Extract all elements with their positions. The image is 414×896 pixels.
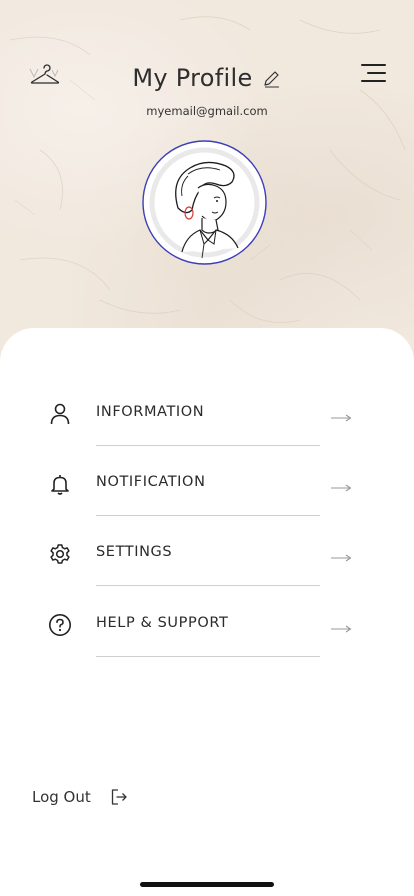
arrow-right-icon bbox=[330, 548, 352, 562]
pencil-icon[interactable] bbox=[262, 69, 282, 89]
avatar[interactable] bbox=[142, 140, 267, 265]
menu-item-label: SETTINGS bbox=[96, 544, 173, 560]
page-title: My Profile bbox=[132, 64, 253, 92]
arrow-right-icon bbox=[330, 408, 352, 422]
menu-item-label: INFORMATION bbox=[96, 404, 205, 420]
menu-item-settings[interactable]: SETTINGS bbox=[0, 542, 414, 612]
home-indicator[interactable] bbox=[140, 882, 274, 887]
bell-icon bbox=[48, 472, 72, 496]
logout-button[interactable]: Log Out bbox=[32, 786, 128, 808]
arrow-right-icon bbox=[330, 619, 352, 633]
gear-icon bbox=[48, 542, 72, 566]
divider bbox=[96, 585, 320, 586]
arrow-right-icon bbox=[330, 478, 352, 492]
profile-header: My Profile myemail@gmail.com bbox=[0, 0, 414, 140]
help-icon bbox=[48, 613, 72, 637]
user-icon bbox=[48, 402, 72, 426]
profile-email: myemail@gmail.com bbox=[146, 104, 268, 118]
logout-icon bbox=[110, 788, 128, 806]
menu-icon[interactable] bbox=[359, 63, 387, 83]
divider bbox=[96, 656, 320, 657]
profile-menu-card: INFORMATION NOTIFICATION SETTINGS HELP &… bbox=[0, 328, 414, 896]
divider bbox=[96, 515, 320, 516]
menu-item-help-support[interactable]: HELP & SUPPORT bbox=[0, 613, 414, 683]
menu-item-information[interactable]: INFORMATION bbox=[0, 402, 414, 472]
divider bbox=[96, 445, 320, 446]
menu-item-label: HELP & SUPPORT bbox=[96, 615, 229, 631]
menu-item-label: NOTIFICATION bbox=[96, 474, 206, 490]
menu-item-notification[interactable]: NOTIFICATION bbox=[0, 472, 414, 542]
title-row: My Profile bbox=[0, 64, 414, 92]
logout-label: Log Out bbox=[32, 787, 91, 806]
